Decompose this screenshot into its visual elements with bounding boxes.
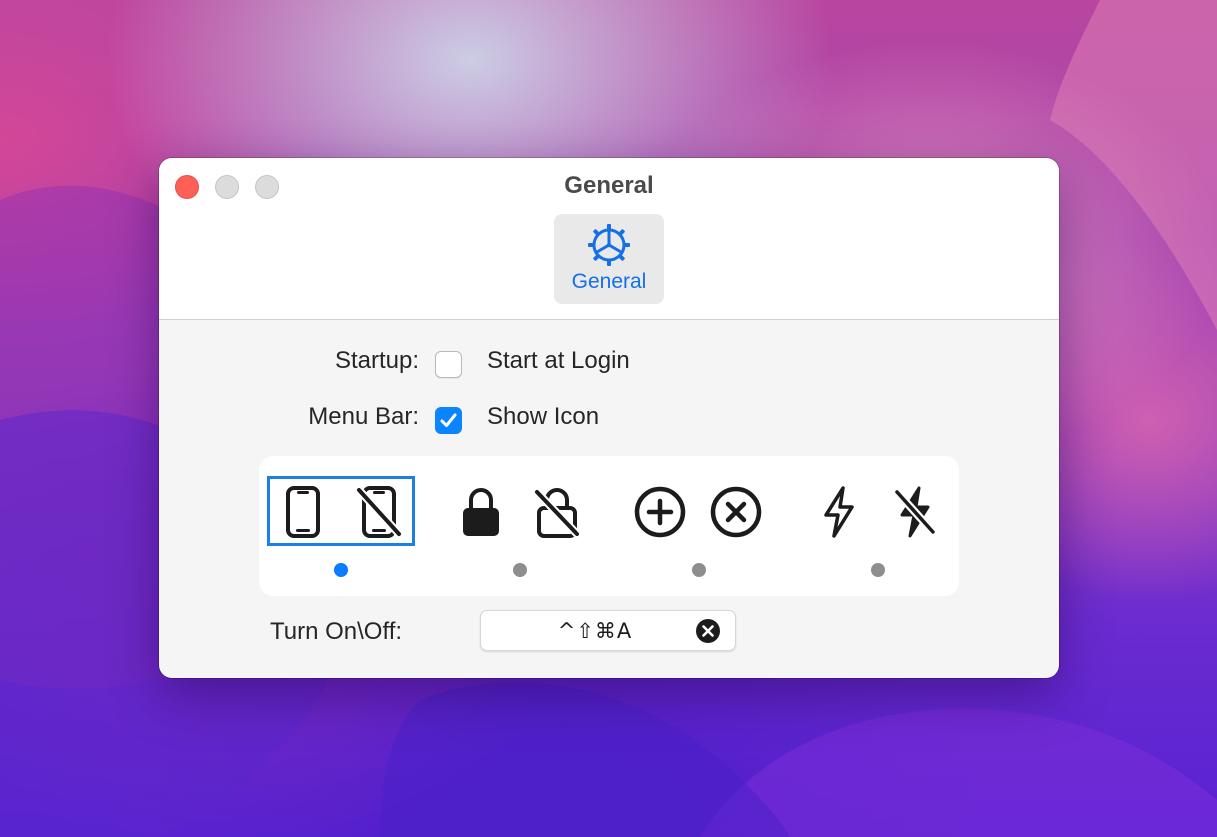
- preferences-window: General General Startup: Start at Login …: [159, 158, 1059, 678]
- plus-circle-icon: [634, 486, 686, 538]
- icon-style-option-iphone[interactable]: [267, 476, 415, 546]
- checkmark-icon: [440, 413, 457, 427]
- icon-style-indicator-circle[interactable]: [692, 563, 706, 577]
- lock-icon: [463, 488, 499, 536]
- icon-style-indicator-iphone[interactable]: [334, 563, 348, 577]
- xmark-circle-icon: [710, 486, 762, 538]
- startup-label: Startup:: [334, 347, 419, 374]
- start-at-login-checkbox[interactable]: [435, 351, 462, 378]
- show-icon-label[interactable]: Show Icon: [487, 403, 599, 431]
- icon-style-option-bolt[interactable]: [807, 476, 955, 546]
- clear-shortcut-icon[interactable]: [695, 618, 721, 644]
- window-toolbar: General General: [159, 158, 1059, 320]
- hotkey-recorder-field[interactable]: ^⇧⌘A: [480, 610, 736, 651]
- hotkey-label: Turn On\Off:: [270, 618, 403, 645]
- icon-style-option-circle[interactable]: [627, 476, 775, 546]
- lock-slash-icon: [534, 488, 580, 538]
- bolt-icon: [824, 486, 854, 538]
- toolbar-tab-label: General: [571, 270, 647, 293]
- icon-style-option-lock[interactable]: [447, 476, 595, 546]
- start-at-login-label[interactable]: Start at Login: [487, 347, 630, 375]
- icon-style-indicator-bolt[interactable]: [871, 563, 885, 577]
- hotkey-shortcut-value: ^⇧⌘A: [557, 619, 633, 643]
- iphone-slash-icon: [356, 486, 402, 538]
- window-title: General: [564, 172, 654, 199]
- iphone-icon: [286, 486, 320, 538]
- bolt-slash-icon: [894, 486, 936, 538]
- menu-bar-icon-picker: [259, 456, 959, 596]
- toolbar-tab-general[interactable]: General: [554, 214, 664, 304]
- gear-icon: [588, 224, 630, 266]
- show-icon-checkbox[interactable]: [435, 407, 462, 434]
- icon-style-indicator-lock[interactable]: [513, 563, 527, 577]
- menu-bar-label: Menu Bar:: [308, 403, 419, 430]
